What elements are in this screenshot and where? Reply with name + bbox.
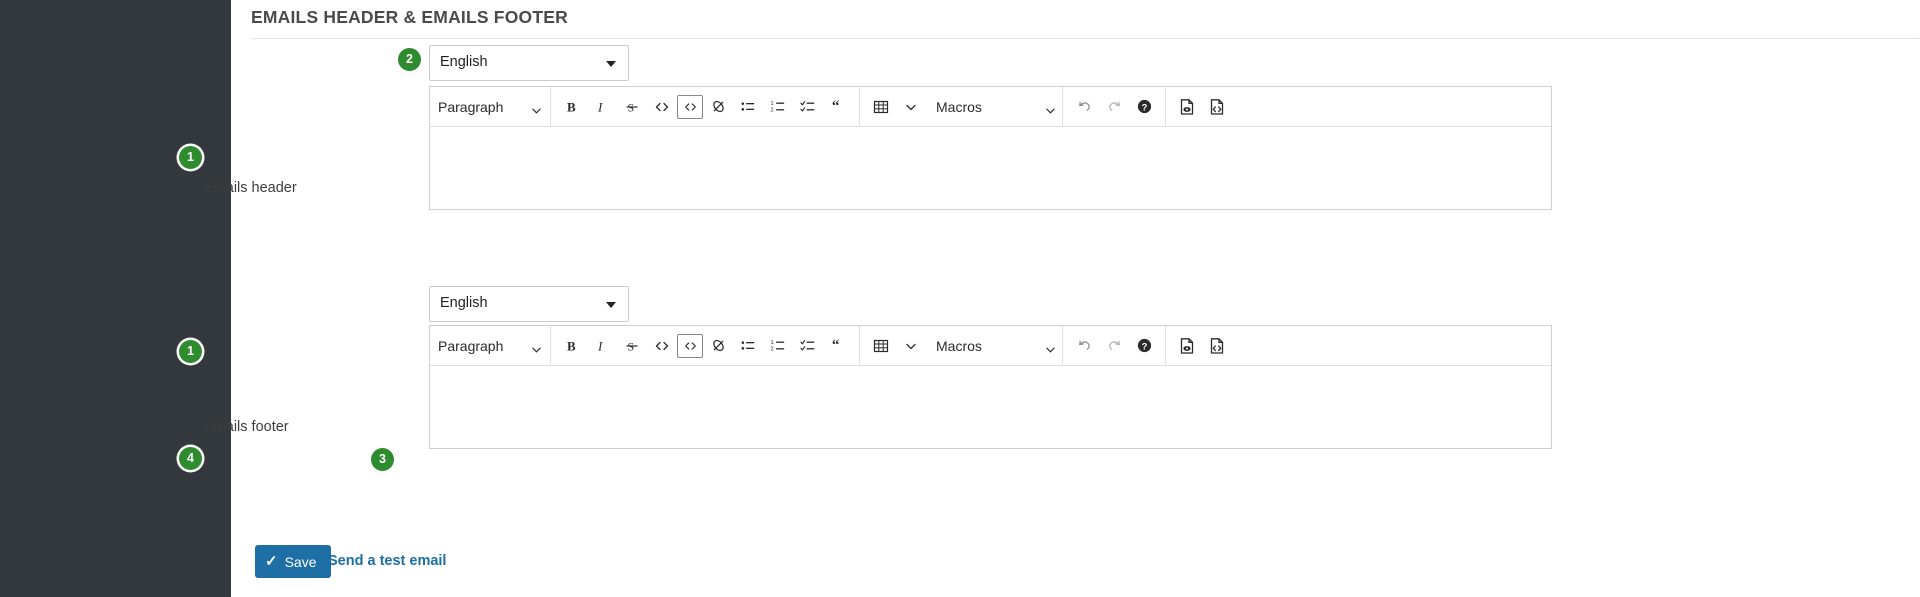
source-code-document-icon[interactable] [1202, 331, 1232, 361]
macros-select-footer[interactable]: Macros [926, 331, 1056, 361]
step-badge-4: 4 [179, 447, 202, 470]
svg-text:1: 1 [770, 340, 773, 346]
language-select-footer[interactable]: English [429, 286, 629, 322]
numbered-list-icon[interactable]: 1 2 [763, 331, 793, 361]
toolbar-group-table: Macros [860, 326, 1062, 366]
step-badge-3: 3 [371, 448, 394, 471]
step-badge-1-footer: 1 [179, 340, 202, 363]
code-block-icon[interactable] [677, 94, 703, 119]
strikethrough-icon[interactable]: S [617, 331, 647, 361]
chevron-down-icon [531, 103, 542, 121]
svg-text:I: I [597, 99, 603, 114]
check-icon: ✓ [265, 553, 278, 570]
chevron-down-icon [1045, 342, 1056, 360]
help-icon[interactable]: ? [1129, 92, 1159, 122]
send-test-email-link[interactable]: Send a test email [328, 553, 446, 569]
macros-value-footer: Macros [936, 337, 982, 354]
strikethrough-icon[interactable]: S [617, 92, 647, 122]
preview-document-icon[interactable] [1172, 331, 1202, 361]
numbered-list-icon[interactable]: 1 2 [763, 92, 793, 122]
chevron-down-icon [606, 302, 616, 308]
step-badge-2: 2 [398, 48, 421, 71]
svg-text:B: B [567, 99, 576, 114]
bullet-list-icon[interactable] [733, 92, 763, 122]
blockquote-icon[interactable]: “ [823, 92, 853, 122]
emails-footer-toolbar: Paragraph B I S [430, 325, 1551, 366]
svg-text:2: 2 [770, 347, 773, 353]
table-chevron-down-icon[interactable] [896, 331, 926, 361]
block-format-select-footer[interactable]: Paragraph [430, 331, 550, 361]
bullet-list-icon[interactable] [733, 331, 763, 361]
toolbar-group-table: Macros [860, 87, 1062, 127]
italic-icon[interactable]: I [587, 92, 617, 122]
checklist-icon[interactable] [793, 92, 823, 122]
left-sidebar [0, 0, 231, 597]
main-content: EMAILS HEADER & EMAILS FOOTER Emails hea… [204, 0, 1920, 597]
toolbar-group-view [1166, 87, 1238, 127]
italic-icon[interactable]: I [587, 331, 617, 361]
redo-icon[interactable] [1099, 331, 1129, 361]
emails-footer-editor-body[interactable] [430, 366, 1551, 448]
emails-header-label: Emails header [204, 180, 297, 196]
undo-icon[interactable] [1069, 331, 1099, 361]
toolbar-group-formatting: B I S [551, 326, 859, 366]
toolbar-group-history: ? [1063, 87, 1165, 127]
bold-icon[interactable]: B [557, 331, 587, 361]
step-badge-1-header: 1 [179, 146, 202, 169]
page-title: EMAILS HEADER & EMAILS FOOTER [251, 7, 568, 27]
svg-text:“: “ [831, 337, 839, 353]
macros-value-header: Macros [936, 98, 982, 115]
svg-text:“: “ [831, 98, 839, 114]
svg-text:2: 2 [770, 108, 773, 114]
save-button-label: Save [284, 553, 317, 570]
redo-icon[interactable] [1099, 92, 1129, 122]
svg-text:?: ? [1141, 341, 1147, 352]
toolbar-group-history: ? [1063, 326, 1165, 366]
link-icon[interactable] [703, 331, 733, 361]
bold-icon[interactable]: B [557, 92, 587, 122]
table-icon[interactable] [866, 92, 896, 122]
block-format-select-header[interactable]: Paragraph [430, 92, 550, 122]
table-chevron-down-icon[interactable] [896, 92, 926, 122]
emails-header-toolbar: Paragraph B I S [430, 86, 1551, 127]
source-code-document-icon[interactable] [1202, 92, 1232, 122]
table-icon[interactable] [866, 331, 896, 361]
link-icon[interactable] [703, 92, 733, 122]
toolbar-group-formatting: B I S [551, 87, 859, 127]
inline-code-icon[interactable] [647, 331, 677, 361]
language-select-footer-value: English [440, 295, 488, 311]
svg-text:I: I [597, 338, 603, 353]
emails-footer-editor[interactable]: Paragraph B I S [429, 325, 1552, 449]
blockquote-icon[interactable]: “ [823, 331, 853, 361]
checklist-icon[interactable] [793, 331, 823, 361]
emails-header-editor[interactable]: Paragraph B I S [429, 86, 1552, 210]
block-format-value-header: Paragraph [438, 98, 504, 115]
chevron-down-icon [531, 342, 542, 360]
chevron-down-icon [606, 61, 616, 67]
preview-document-icon[interactable] [1172, 92, 1202, 122]
code-block-icon[interactable] [677, 333, 703, 358]
help-icon[interactable]: ? [1129, 331, 1159, 361]
toolbar-group-view [1166, 326, 1238, 366]
save-button[interactable]: ✓ Save [255, 545, 331, 578]
undo-icon[interactable] [1069, 92, 1099, 122]
emails-footer-label: Emails footer [204, 419, 289, 435]
emails-header-editor-body[interactable] [430, 127, 1551, 209]
svg-text:B: B [567, 338, 576, 353]
svg-text:1: 1 [770, 101, 773, 107]
title-divider [251, 38, 1919, 39]
language-select-header[interactable]: English [429, 45, 629, 81]
svg-text:?: ? [1141, 102, 1147, 113]
language-select-header-value: English [440, 54, 488, 70]
block-format-value-footer: Paragraph [438, 337, 504, 354]
macros-select-header[interactable]: Macros [926, 92, 1056, 122]
inline-code-icon[interactable] [647, 92, 677, 122]
chevron-down-icon [1045, 103, 1056, 121]
